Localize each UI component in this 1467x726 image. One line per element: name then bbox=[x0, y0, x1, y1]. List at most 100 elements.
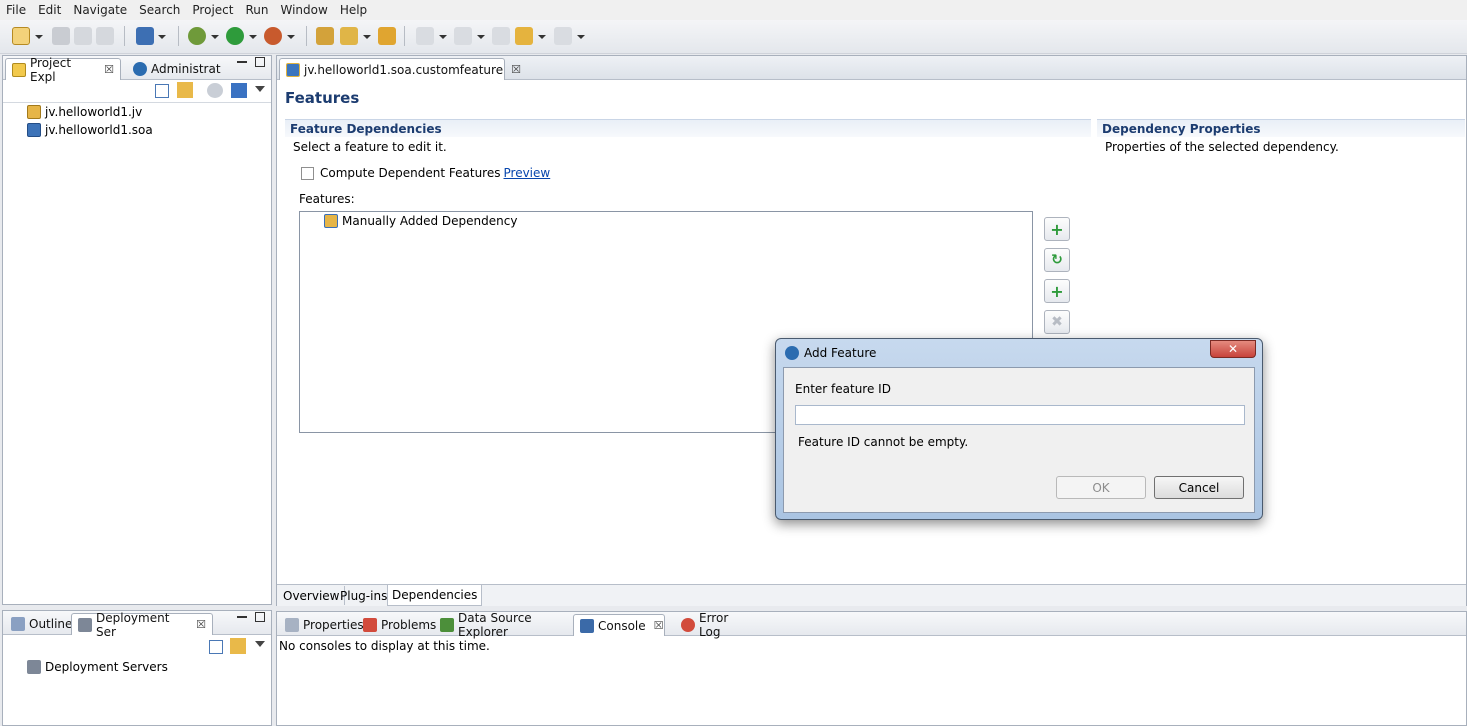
collapse-all-icon[interactable] bbox=[155, 84, 169, 98]
new-dropdown-icon[interactable] bbox=[35, 35, 43, 39]
deploy-icon[interactable] bbox=[231, 83, 247, 98]
add-required-button[interactable]: + bbox=[1044, 279, 1070, 303]
menu-file[interactable]: File bbox=[0, 3, 32, 17]
dialog-close-button[interactable]: ✕ bbox=[1210, 340, 1256, 358]
feature-id-input[interactable] bbox=[795, 405, 1245, 425]
menu-help[interactable]: Help bbox=[334, 3, 373, 17]
dialog-body: Enter feature ID Feature ID cannot be em… bbox=[783, 367, 1255, 513]
tree-item[interactable]: Deployment Servers bbox=[27, 660, 168, 674]
tab-project-explorer[interactable]: Project Expl ☒ bbox=[5, 56, 121, 84]
new-icon[interactable] bbox=[12, 27, 30, 45]
debug-icon[interactable] bbox=[188, 27, 206, 45]
menu-run[interactable]: Run bbox=[239, 3, 274, 17]
tree-item[interactable]: jv.helloworld1.jv bbox=[27, 105, 142, 119]
last-edit-icon[interactable] bbox=[492, 27, 510, 45]
view-menu-icon[interactable] bbox=[255, 641, 265, 647]
search-icon[interactable] bbox=[340, 27, 358, 45]
list-item[interactable]: Manually Added Dependency bbox=[324, 214, 517, 228]
properties-icon bbox=[285, 618, 299, 632]
plus-icon: + bbox=[1050, 219, 1064, 239]
tab-console-label: Console bbox=[598, 618, 646, 633]
tab-project-explorer-label: Project Expl bbox=[30, 55, 72, 84]
dialog-prompt: Enter feature ID bbox=[795, 382, 891, 396]
editor-panel: jv.helloworld1.soa.customfeature ☒ Featu… bbox=[276, 55, 1467, 606]
close-icon: ✕ bbox=[1227, 342, 1239, 356]
menu-search[interactable]: Search bbox=[133, 3, 186, 17]
server-icon bbox=[27, 660, 41, 674]
remove-button[interactable]: ✖ bbox=[1044, 310, 1070, 334]
tab-error-log[interactable]: Error Log bbox=[675, 611, 751, 639]
project-icon bbox=[27, 105, 41, 119]
previous-annotation-icon[interactable] bbox=[454, 27, 472, 45]
open-folder-icon[interactable] bbox=[378, 27, 396, 45]
tab-outline[interactable]: Outline bbox=[5, 613, 72, 635]
problems-icon bbox=[363, 618, 377, 632]
project-explorer-icon bbox=[12, 62, 26, 77]
compute-dependent-label: Compute Dependent Features bbox=[320, 166, 501, 180]
close-icon[interactable]: ☒ bbox=[654, 619, 664, 632]
tab-problems[interactable]: Problems bbox=[357, 614, 436, 636]
plus-icon: + bbox=[1050, 281, 1064, 301]
run-icon[interactable] bbox=[226, 27, 244, 45]
tab-administration-label: Administrat bbox=[151, 62, 221, 76]
link-with-editor-icon[interactable] bbox=[177, 82, 193, 98]
deployment-tabbar: Outline Deployment Ser ☒ bbox=[3, 611, 271, 639]
server-icon bbox=[78, 617, 92, 632]
tab-dependencies-label: Dependencies bbox=[392, 588, 478, 602]
tab-error-log-label: Error Log bbox=[699, 611, 729, 639]
tree-item-label: jv.helloworld1.soa bbox=[45, 123, 153, 137]
section-description: Select a feature to edit it. bbox=[293, 140, 447, 154]
next-annotation-icon[interactable] bbox=[416, 27, 434, 45]
print-icon[interactable] bbox=[96, 27, 114, 45]
open-perspective-icon[interactable] bbox=[136, 27, 154, 45]
tab-properties[interactable]: Properties bbox=[279, 614, 364, 636]
features-label: Features: bbox=[299, 192, 355, 206]
close-icon[interactable]: ☒ bbox=[104, 63, 114, 76]
tab-customfeature-editor[interactable]: jv.helloworld1.soa.customfeature ☒ bbox=[279, 58, 521, 80]
close-icon[interactable]: ☒ bbox=[196, 618, 206, 631]
tab-administration[interactable]: Administrat bbox=[127, 58, 227, 80]
cancel-button[interactable]: Cancel bbox=[1154, 476, 1244, 499]
compute-dependent-checkbox[interactable] bbox=[301, 166, 314, 180]
preview-link[interactable]: Preview bbox=[504, 166, 551, 180]
add-button[interactable]: + bbox=[1044, 217, 1070, 241]
maximize-icon[interactable] bbox=[255, 612, 265, 622]
tab-data-source-explorer-label: Data Source Explorer bbox=[458, 611, 532, 639]
save-icon[interactable] bbox=[52, 27, 70, 45]
ok-button[interactable]: OK bbox=[1056, 476, 1146, 499]
add-feature-dialog: Add Feature ✕ Enter feature ID Feature I… bbox=[775, 338, 1263, 520]
save-all-icon[interactable] bbox=[74, 27, 92, 45]
menu-window[interactable]: Window bbox=[274, 3, 333, 17]
forward-icon[interactable] bbox=[554, 27, 572, 45]
tab-data-source-explorer[interactable]: Data Source Explorer bbox=[434, 611, 572, 639]
filter-icon[interactable] bbox=[207, 83, 223, 98]
menu-edit[interactable]: Edit bbox=[32, 3, 67, 17]
external-tools-icon[interactable] bbox=[264, 27, 282, 45]
collapse-all-icon[interactable] bbox=[209, 640, 223, 654]
page-title: Features bbox=[285, 89, 360, 107]
minimize-icon[interactable] bbox=[237, 61, 247, 63]
cancel-button-label: Cancel bbox=[1178, 480, 1220, 495]
minimize-icon[interactable] bbox=[237, 616, 247, 618]
open-type-icon[interactable] bbox=[316, 27, 334, 45]
add-from-workspace-button[interactable]: ↻ bbox=[1044, 248, 1070, 272]
menu-project[interactable]: Project bbox=[186, 3, 239, 17]
link-with-editor-icon[interactable] bbox=[230, 638, 246, 654]
tab-deployment-servers[interactable]: Deployment Ser ☒ bbox=[71, 611, 213, 639]
close-icon[interactable]: ☒ bbox=[511, 63, 521, 76]
project-explorer-tabbar: Project Expl ☒ Administrat bbox=[3, 56, 271, 84]
tab-console[interactable]: Console ☒ bbox=[573, 614, 665, 636]
maximize-icon[interactable] bbox=[255, 57, 265, 67]
tab-plugins-label: Plug-ins bbox=[340, 588, 388, 603]
tab-plugins[interactable]: Plug-ins bbox=[336, 586, 393, 605]
back-icon[interactable] bbox=[515, 27, 533, 45]
view-menu-icon[interactable] bbox=[255, 86, 265, 92]
list-item-label: Manually Added Dependency bbox=[342, 214, 518, 228]
feature-file-icon bbox=[286, 62, 300, 77]
tree-item[interactable]: jv.helloworld1.soa bbox=[27, 123, 153, 137]
tab-dependencies[interactable]: Dependencies bbox=[387, 585, 483, 606]
editor-tabbar: jv.helloworld1.soa.customfeature ☒ bbox=[277, 56, 1466, 80]
tab-overview[interactable]: Overview bbox=[279, 586, 345, 605]
main-toolbar bbox=[0, 20, 1467, 54]
menu-navigate[interactable]: Navigate bbox=[67, 3, 133, 17]
